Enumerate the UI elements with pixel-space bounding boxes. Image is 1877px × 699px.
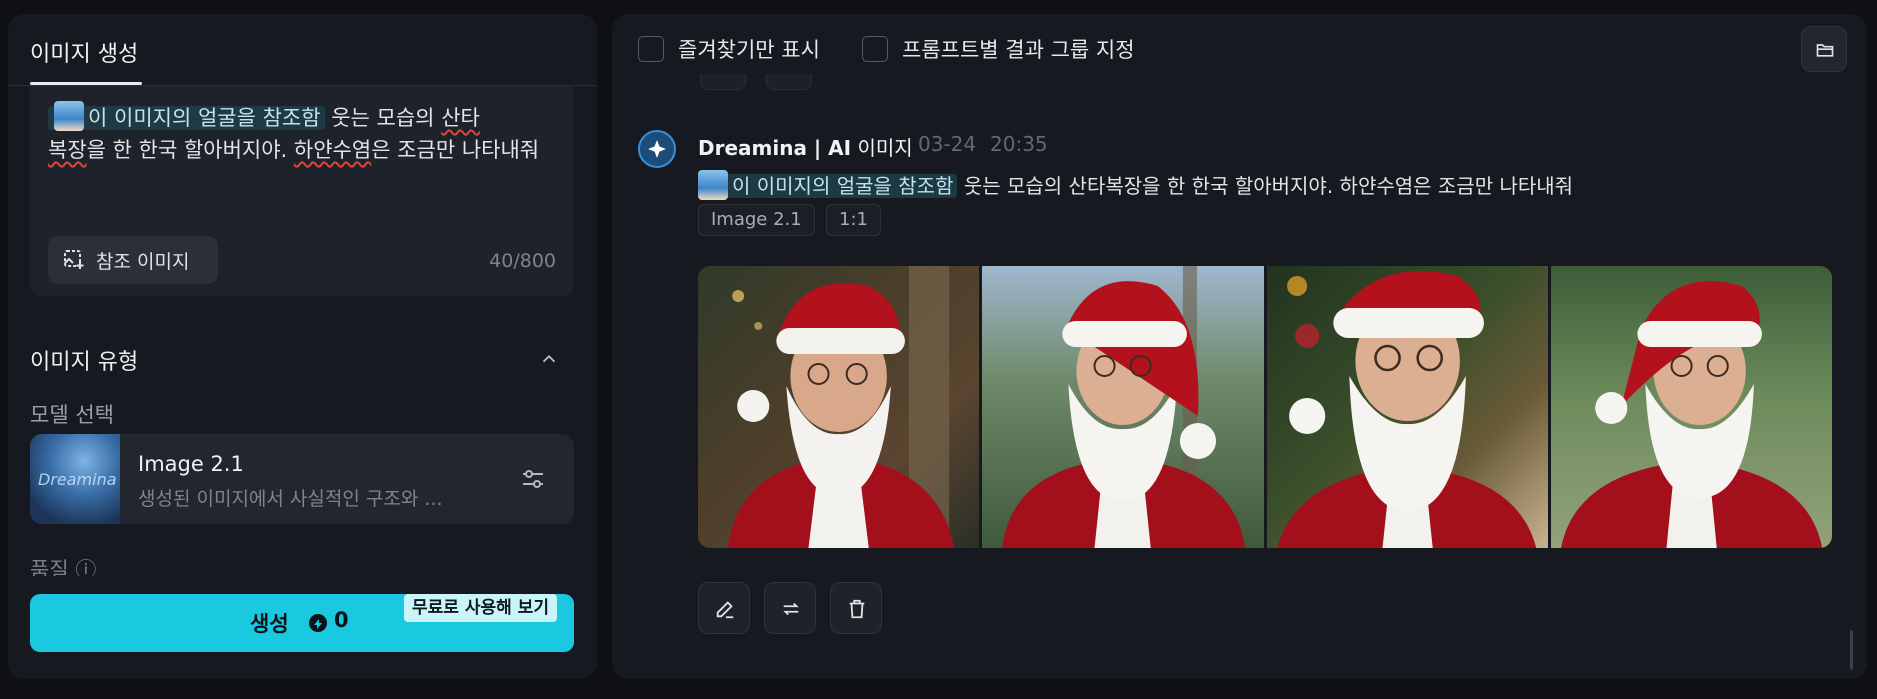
previous-action-stub: [766, 74, 812, 90]
santa-portrait: [1276, 271, 1536, 548]
group-by-prompt-checkbox[interactable]: [862, 36, 888, 62]
group-by-prompt-label[interactable]: 프롬프트별 결과 그룹 지정: [902, 34, 1135, 64]
chevron-up-icon[interactable]: [538, 348, 560, 370]
post-prompt-text: 웃는 모습의 산타복장을 한 한국 할아버지야. 하얀수염은 조금만 나타내줘: [963, 174, 1574, 198]
post-reference-chip[interactable]: 이 이미지의 얼굴을 참조함: [698, 169, 958, 200]
favorites-only-checkbox[interactable]: [638, 36, 664, 62]
result-image-3[interactable]: [1266, 266, 1548, 548]
reference-thumbnail: [54, 101, 84, 131]
model-thumbnail: Dreamina: [30, 434, 120, 524]
model-description: 생성된 이미지에서 사실적인 구조와 ...: [138, 488, 443, 510]
favorites-only-label[interactable]: 즐겨찾기만 표시: [678, 34, 820, 64]
image-add-icon: [64, 250, 84, 269]
post-prompt: 이 이미지의 얼굴을 참조함 웃는 모습의 산타복장을 한 한국 할아버지야. …: [698, 169, 1574, 203]
santa-portrait: [1002, 266, 1246, 548]
folder-icon: [1816, 44, 1834, 57]
ratio-tag[interactable]: 1:1: [826, 204, 881, 236]
quality-label: 품질 ⓘ: [30, 558, 97, 576]
tab-bar: 이미지 생성: [8, 14, 597, 86]
post-reference-chip-label: 이 이미지의 얼굴을 참조함: [732, 174, 954, 198]
reference-image-label: 참조 이미지: [96, 250, 190, 273]
prompt-text-f: 은 조금만 나타내줘: [371, 138, 540, 162]
generate-credit-count: 0: [334, 608, 349, 632]
scrollbar-thumb[interactable]: [1850, 630, 1853, 670]
result-image-2[interactable]: [982, 266, 1264, 548]
santa-portrait: [728, 266, 955, 548]
generation-panel: 이미지 생성 이 이미지의 얼굴을 참조함 웃는 모습의 산타복장을 한 한국 …: [8, 14, 597, 679]
result-image-grid: [698, 266, 1832, 548]
tab-image-generation[interactable]: 이미지 생성: [30, 36, 138, 68]
author-brand: Dreamina | AI: [698, 136, 852, 160]
dreamina-logo-icon: [648, 140, 666, 158]
sliders-icon[interactable]: [518, 464, 548, 494]
result-image-4[interactable]: [1550, 266, 1832, 548]
generate-button[interactable]: 생성 0 무료로 사용해 보기: [30, 594, 574, 652]
char-counter: 40/800: [489, 250, 556, 272]
prompt-text-b: 산타: [441, 106, 480, 130]
prompt-text-d: 을 한 한국 할아버지야.: [86, 138, 294, 162]
delete-button[interactable]: [830, 582, 882, 634]
regenerate-button[interactable]: [764, 582, 816, 634]
delete-icon: [849, 599, 865, 619]
prompt-box[interactable]: 이 이미지의 얼굴을 참조함 웃는 모습의 산타 복장을 한 한국 할아버지야. …: [30, 86, 574, 296]
model-thumbnail-text: Dreamina: [38, 470, 117, 489]
previous-action-stub: [700, 74, 746, 90]
post-date: 03-24: [918, 132, 977, 156]
reference-image-button[interactable]: 참조 이미지: [48, 236, 218, 284]
edit-button[interactable]: [698, 582, 750, 634]
author-name: Dreamina | AI 이미지: [698, 132, 913, 161]
generate-label: 생성: [250, 612, 289, 636]
results-panel: 즐겨찾기만 표시 프롬프트별 결과 그룹 지정 Dreamina | AI 이미…: [612, 14, 1867, 679]
post-reference-thumbnail: [698, 169, 728, 200]
author-avatar: [638, 130, 676, 168]
free-trial-badge: 무료로 사용해 보기: [404, 594, 557, 622]
edit-icon: [716, 601, 734, 619]
folder-button[interactable]: [1801, 26, 1847, 72]
reference-chip-label: 이 이미지의 얼굴을 참조함: [88, 106, 321, 130]
model-select-label: 모델 선택: [30, 403, 114, 427]
prompt-text-c: 복장: [48, 138, 87, 162]
section-title-image-type: 이미지 유형: [30, 350, 139, 375]
reference-chip[interactable]: 이 이미지의 얼굴을 참조함: [48, 101, 325, 131]
credit-icon: [309, 614, 327, 632]
author-kind: 이미지: [857, 136, 913, 160]
tab-active-indicator: [30, 82, 142, 85]
santa-portrait: [1560, 281, 1822, 548]
model-name: Image 2.1: [138, 452, 244, 476]
model-selector[interactable]: Dreamina Image 2.1 생성된 이미지에서 사실적인 구조와 ..…: [30, 434, 574, 524]
prompt-text-a: 웃는 모습의: [324, 106, 442, 130]
post-time: 20:35: [990, 132, 1048, 156]
prompt-input[interactable]: 이 이미지의 얼굴을 참조함 웃는 모습의 산타 복장을 한 한국 할아버지야. …: [48, 101, 548, 166]
result-image-1[interactable]: [698, 266, 980, 548]
app-root: 이미지 생성 이 이미지의 얼굴을 참조함 웃는 모습의 산타 복장을 한 한국 …: [0, 0, 1877, 699]
prompt-text-e: 하얀수염: [293, 138, 372, 162]
model-tag[interactable]: Image 2.1: [698, 204, 815, 236]
regenerate-icon: [783, 602, 799, 616]
